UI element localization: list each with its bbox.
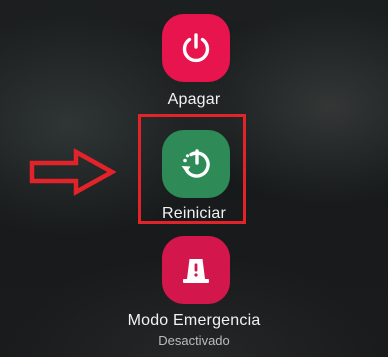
emergency-mode-status: Desactivado bbox=[158, 333, 230, 348]
emergency-beacon-icon bbox=[183, 259, 209, 283]
power-icon bbox=[182, 33, 210, 63]
power-off-option[interactable]: Apagar bbox=[0, 0, 388, 110]
emergency-mode-button[interactable] bbox=[162, 236, 230, 304]
power-off-button[interactable] bbox=[162, 14, 230, 82]
emergency-mode-option[interactable]: Modo Emergencia Desactivado bbox=[0, 230, 388, 357]
restart-highlight-box bbox=[138, 114, 246, 224]
right-arrow-icon bbox=[29, 148, 116, 196]
power-off-label: Apagar bbox=[167, 91, 221, 108]
emergency-mode-label: Modo Emergencia bbox=[127, 312, 261, 329]
